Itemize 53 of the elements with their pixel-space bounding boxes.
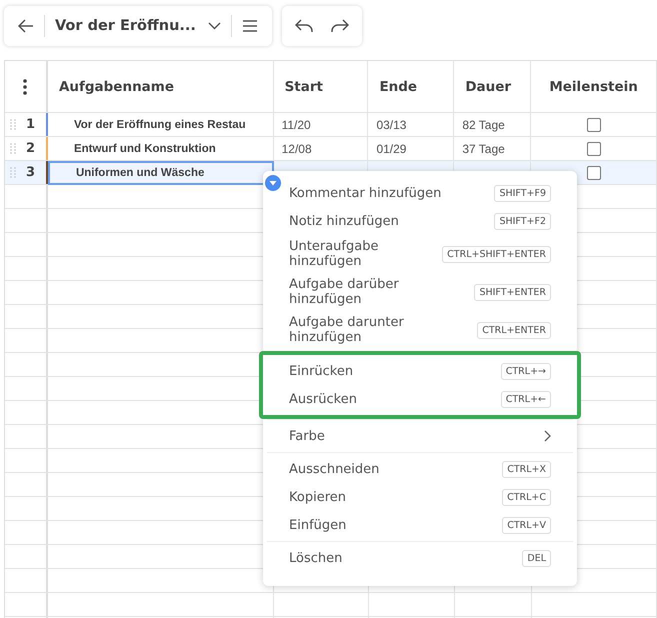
- project-dropdown[interactable]: Vor der Eröffnu...: [45, 8, 231, 44]
- menu-item-label: Ausschneiden: [289, 462, 380, 476]
- shortcut-key: SHIFT+ENTER: [474, 284, 551, 300]
- menu-item-label: Kommentar hinzufügen: [289, 186, 442, 200]
- end-date: 03/13: [376, 118, 406, 132]
- start-date: 12/08: [282, 142, 312, 156]
- shortcut-key: CTRL+ENTER: [477, 322, 551, 338]
- menu-item-label: Farbe: [289, 428, 325, 444]
- menu-item[interactable]: Aufgabe darüber hinzufügen SHIFT+ENTER: [267, 273, 573, 311]
- menu-item-label: Einrücken: [289, 364, 354, 378]
- shortcut-key: CTRL+SHIFT+ENTER: [442, 246, 551, 262]
- shortcut-key: DEL: [522, 550, 551, 566]
- column-header: Meilenstein: [531, 61, 657, 113]
- menu-item[interactable]: Aufgabe darunter hinzufügen CTRL+ENTER: [267, 311, 573, 349]
- menu-item[interactable]: Ausschneiden CTRL+X: [267, 455, 573, 483]
- task-name: Uniformen und Wäsche: [76, 167, 204, 179]
- end-date: 01/29: [376, 142, 406, 156]
- shortcut-key: CTRL+V: [502, 516, 551, 534]
- row-number: 3: [26, 165, 36, 180]
- shortcut-key: SHIFT+F9: [494, 184, 551, 202]
- column-header: Dauer: [454, 61, 532, 113]
- submenu-item[interactable]: Farbe: [267, 422, 573, 450]
- shortcut-key: CTRL+→: [500, 362, 551, 380]
- menu-item[interactable]: Unteraufgabe hinzufügen CTRL+SHIFT+ENTER: [267, 235, 573, 273]
- menu-item-label: Löschen: [289, 550, 342, 566]
- row-number: 1: [26, 117, 36, 132]
- menu-item-label: Aufgabe darüber hinzufügen: [289, 277, 400, 307]
- row-number: 2: [26, 141, 36, 156]
- shortcut-key: SHIFT+F2: [494, 212, 551, 230]
- shortcut-key: CTRL+X: [502, 460, 551, 478]
- menu-item-label: Unteraufgabe hinzufügen: [289, 239, 380, 269]
- task-name: Vor der Eröffnung eines Restau: [74, 118, 246, 130]
- menu-item-label: Notiz hinzufügen: [289, 214, 399, 228]
- task-name: Entwurf und Konstruktion: [74, 142, 216, 154]
- column-header: Ende: [368, 61, 454, 113]
- menu-item[interactable]: Kopieren CTRL+C: [267, 483, 573, 511]
- menu-item[interactable]: Einfügen CTRL+V: [267, 511, 573, 539]
- column-header: Start: [274, 61, 368, 113]
- column-header: Aufgabenname: [48, 61, 274, 113]
- menu-item[interactable]: Kommentar hinzufügen SHIFT+F9: [267, 179, 573, 207]
- menu-item-label: Aufgabe darunter hinzufügen: [289, 315, 405, 345]
- menu-item-label: Kopieren: [289, 490, 346, 504]
- shortcut-key: CTRL+←: [500, 390, 551, 408]
- duration: 37 Tage: [462, 142, 505, 156]
- menu-item[interactable]: Einrücken CTRL+→: [271, 357, 569, 385]
- menu-item[interactable]: Ausrücken CTRL+←: [271, 385, 569, 413]
- menu-item[interactable]: Löschen DEL: [267, 544, 573, 572]
- start-date: 11/20: [282, 118, 311, 132]
- duration: 82 Tage: [462, 118, 505, 132]
- shortcut-key: CTRL+C: [502, 488, 551, 506]
- menu-item[interactable]: Notiz hinzufügen SHIFT+F2: [267, 207, 573, 235]
- menu-item-label: Einfügen: [289, 518, 346, 532]
- menu-item-label: Ausrücken: [289, 392, 357, 406]
